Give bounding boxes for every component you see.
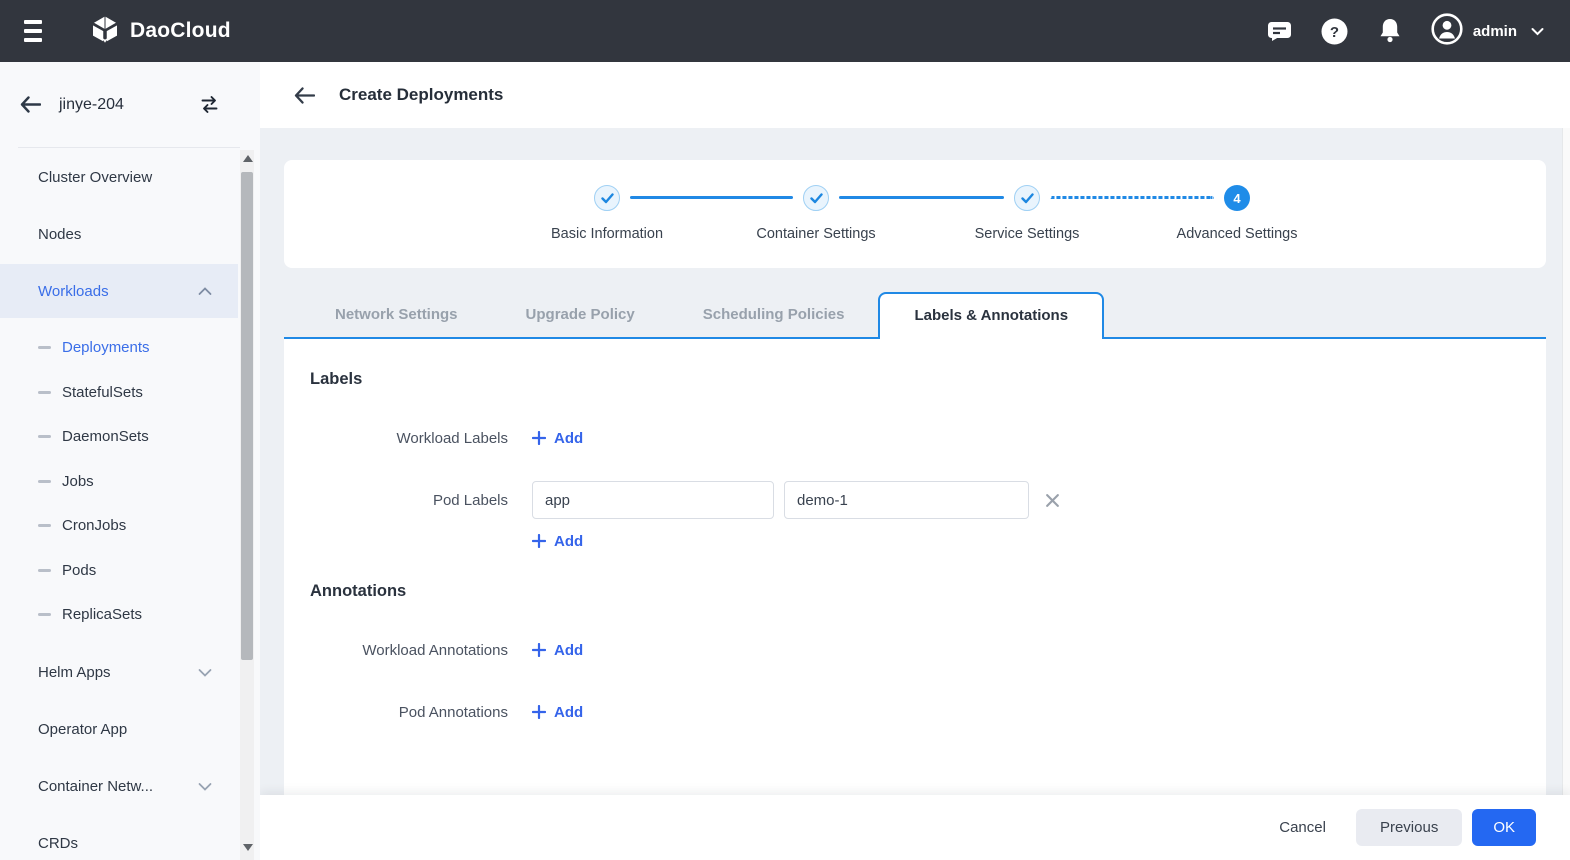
sidebar-item-cluster-overview[interactable]: Cluster Overview xyxy=(0,157,238,197)
plus-icon xyxy=(532,534,546,548)
back-icon[interactable] xyxy=(294,87,315,104)
scroll-up-icon[interactable] xyxy=(243,155,253,162)
pod-labels-row: Pod Labels xyxy=(310,480,1060,520)
labels-annotations-panel: Labels Workload Labels Add Pod Labels Ad… xyxy=(284,339,1546,795)
sidebar-item-cronjobs[interactable]: CronJobs xyxy=(0,505,238,545)
step-label-advanced-settings: Advanced Settings xyxy=(1137,226,1337,242)
chevron-down-icon xyxy=(198,668,212,677)
sidebar-item-pods[interactable]: Pods xyxy=(0,550,238,590)
topbar: DaoCloud ? xyxy=(0,0,1570,62)
sidebar-header: jinye-204 xyxy=(0,62,238,147)
help-icon[interactable]: ? xyxy=(1321,17,1349,45)
cluster-name: jinye-204 xyxy=(59,96,199,114)
sidebar-scrollbar-thumb[interactable] xyxy=(241,172,253,660)
workload-annotations-label: Workload Annotations xyxy=(310,642,508,659)
step-label-container-settings: Container Settings xyxy=(716,226,916,242)
tab-bar: Network Settings Upgrade Policy Scheduli… xyxy=(284,292,1546,339)
add-pod-annotation-button[interactable]: Add xyxy=(532,704,583,721)
ok-button[interactable]: OK xyxy=(1472,809,1536,846)
tab-scheduling-policies[interactable]: Scheduling Policies xyxy=(669,292,879,339)
add-pod-label-button[interactable]: Add xyxy=(532,533,583,550)
pod-annotations-label: Pod Annotations xyxy=(310,704,508,721)
labels-section-title: Labels xyxy=(310,370,362,389)
main-scrollbar[interactable] xyxy=(1562,62,1570,795)
pod-label-key-input[interactable] xyxy=(532,481,774,519)
dash-icon xyxy=(38,569,51,572)
workload-labels-label: Workload Labels xyxy=(310,430,508,447)
check-icon xyxy=(810,193,823,204)
step-label-service-settings: Service Settings xyxy=(927,226,1127,242)
plus-icon xyxy=(532,705,546,719)
previous-button[interactable]: Previous xyxy=(1356,809,1462,846)
tab-network-settings[interactable]: Network Settings xyxy=(301,292,492,339)
dash-icon xyxy=(38,524,51,527)
annotations-section-title: Annotations xyxy=(310,582,406,601)
dash-icon xyxy=(38,391,51,394)
workload-annotations-row: Workload Annotations Add xyxy=(310,630,583,670)
remove-pod-label-icon[interactable] xyxy=(1045,493,1060,508)
sidebar-item-operator-app[interactable]: Operator App xyxy=(0,709,238,749)
chevron-down-icon xyxy=(198,782,212,791)
daocloud-cube-icon xyxy=(90,14,120,49)
avatar-icon xyxy=(1431,13,1463,50)
pod-labels-label: Pod Labels xyxy=(310,492,508,509)
step-connector-dotted xyxy=(1050,196,1214,199)
page-title: Create Deployments xyxy=(339,85,503,105)
sidebar-item-workloads[interactable]: Workloads xyxy=(0,264,238,318)
message-icon[interactable] xyxy=(1266,17,1294,45)
wizard-footer: Cancel Previous OK xyxy=(260,795,1570,860)
step-2-done[interactable] xyxy=(803,185,829,211)
sidebar-item-replicasets[interactable]: ReplicaSets xyxy=(0,594,238,634)
sidebar: jinye-204 Cluster Overview Nodes Workloa… xyxy=(0,62,260,860)
plus-icon xyxy=(532,643,546,657)
sidebar-item-jobs[interactable]: Jobs xyxy=(0,461,238,501)
step-label-basic-information: Basic Information xyxy=(507,226,707,242)
menu-icon[interactable] xyxy=(24,20,44,42)
svg-text:?: ? xyxy=(1330,24,1339,41)
brand-name: DaoCloud xyxy=(130,19,231,43)
check-icon xyxy=(601,193,614,204)
dash-icon xyxy=(38,613,51,616)
check-icon xyxy=(1021,193,1034,204)
page-header: Create Deployments xyxy=(260,62,1570,128)
chevron-down-icon xyxy=(1531,27,1544,36)
sidebar-item-statefulsets[interactable]: StatefulSets xyxy=(0,372,238,412)
user-name: admin xyxy=(1473,23,1517,40)
step-4-current[interactable]: 4 xyxy=(1224,185,1250,211)
back-icon[interactable] xyxy=(20,96,41,113)
pod-labels-add-row: Add xyxy=(310,521,583,561)
step-connector xyxy=(630,196,793,199)
chevron-up-icon xyxy=(198,287,212,296)
workload-labels-row: Workload Labels Add xyxy=(310,418,583,458)
add-workload-label-button[interactable]: Add xyxy=(532,430,583,447)
brand-logo[interactable]: DaoCloud xyxy=(90,14,231,49)
switch-cluster-icon[interactable] xyxy=(199,95,220,114)
bell-icon[interactable] xyxy=(1376,17,1404,45)
dash-icon xyxy=(38,435,51,438)
sidebar-item-helm-apps[interactable]: Helm Apps xyxy=(0,652,238,692)
tab-upgrade-policy[interactable]: Upgrade Policy xyxy=(492,292,669,339)
divider xyxy=(18,147,240,148)
dash-icon xyxy=(38,346,51,349)
step-3-done[interactable] xyxy=(1014,185,1040,211)
user-menu[interactable]: admin xyxy=(1431,13,1544,50)
step-1-done[interactable] xyxy=(594,185,620,211)
plus-icon xyxy=(532,431,546,445)
sidebar-item-daemonsets[interactable]: DaemonSets xyxy=(0,416,238,456)
sidebar-item-nodes[interactable]: Nodes xyxy=(0,214,238,254)
dash-icon xyxy=(38,480,51,483)
add-workload-annotation-button[interactable]: Add xyxy=(532,642,583,659)
step-connector xyxy=(839,196,1004,199)
sidebar-item-crds[interactable]: CRDs xyxy=(0,823,238,860)
stepper: 4 Basic Information Container Settings S… xyxy=(284,160,1546,268)
sidebar-item-deployments[interactable]: Deployments xyxy=(0,327,238,367)
cancel-button[interactable]: Cancel xyxy=(1279,819,1326,836)
sidebar-item-container-network[interactable]: Container Netw... xyxy=(0,766,238,806)
scroll-down-icon[interactable] xyxy=(243,844,253,851)
pod-label-value-input[interactable] xyxy=(784,481,1029,519)
tab-labels-annotations[interactable]: Labels & Annotations xyxy=(878,292,1104,339)
pod-annotations-row: Pod Annotations Add xyxy=(310,692,583,732)
